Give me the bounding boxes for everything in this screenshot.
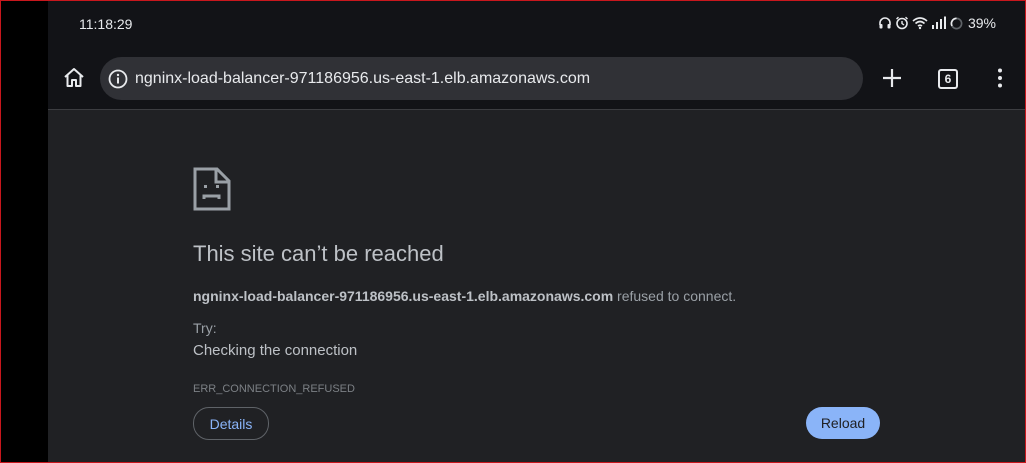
- alarm-icon: [896, 16, 908, 30]
- sad-page-icon: [193, 167, 231, 211]
- address-bar[interactable]: ngninx-load-balancer-971186956.us-east-1…: [100, 57, 863, 100]
- wifi-icon: [912, 17, 928, 30]
- error-host: ngninx-load-balancer-971186956.us-east-1…: [193, 288, 614, 304]
- more-vert-icon[interactable]: [988, 66, 1012, 90]
- error-code: ERR_CONNECTION_REFUSED: [193, 383, 355, 395]
- try-label: Try:: [193, 320, 217, 336]
- battery-percent: 39%: [967, 15, 996, 31]
- error-page: This site can’t be reached ngninx-load-b…: [48, 110, 1026, 463]
- suggestion-item: Checking the connection: [193, 342, 358, 359]
- plus-icon[interactable]: [880, 66, 904, 90]
- details-button[interactable]: Details: [193, 407, 269, 440]
- error-message-suffix: refused to connect.: [613, 288, 737, 304]
- headphones-icon: [879, 17, 891, 29]
- signal-icon: [931, 16, 946, 29]
- status-time: 11:18:29: [79, 16, 133, 32]
- error-message: ngninx-load-balancer-971186956.us-east-1…: [193, 288, 736, 304]
- tabs-icon[interactable]: 6: [938, 69, 958, 89]
- left-black-bar: [0, 0, 48, 463]
- status-icons: 39%: [878, 15, 996, 31]
- browser-top-area: 11:18:29 39% ngninx-load-balancer-971186…: [48, 0, 1026, 110]
- url-text[interactable]: ngninx-load-balancer-971186956.us-east-1…: [135, 70, 590, 88]
- info-icon[interactable]: [107, 68, 129, 90]
- home-icon[interactable]: [62, 66, 86, 90]
- reload-button[interactable]: Reload: [806, 407, 880, 439]
- error-title: This site can’t be reached: [193, 241, 444, 266]
- battery-icon: [950, 17, 963, 29]
